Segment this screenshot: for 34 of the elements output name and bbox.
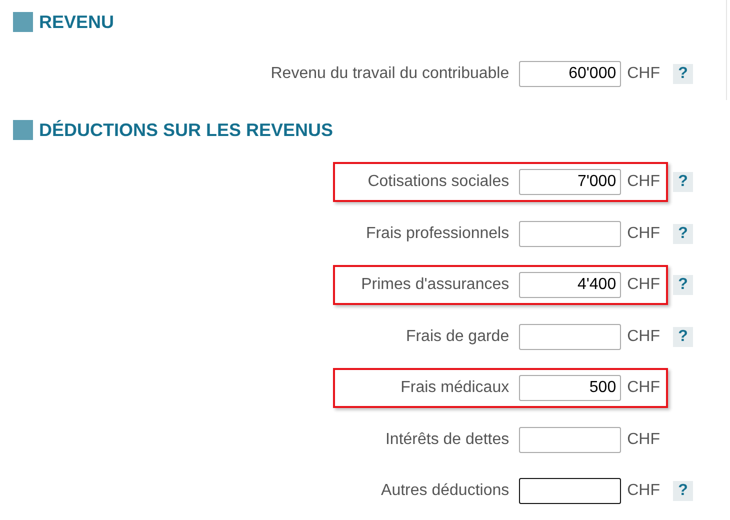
help-button[interactable]: ? xyxy=(673,64,693,84)
help-button[interactable]: ? xyxy=(673,481,693,501)
field-label: Autres déductions xyxy=(381,481,510,501)
amount-field[interactable] xyxy=(519,220,622,246)
field-label: Intérêts de dettes xyxy=(385,430,510,450)
field-label: Frais médicaux xyxy=(400,378,510,398)
currency-unit: CHF xyxy=(627,172,660,192)
help-button[interactable]: ? xyxy=(673,326,693,346)
section-square-icon xyxy=(13,120,33,140)
amount-field[interactable] xyxy=(519,324,622,350)
currency-unit: CHF xyxy=(627,64,660,84)
field-label: Primes d'assurances xyxy=(361,275,510,295)
amount-field[interactable]: 7'000 xyxy=(519,169,622,195)
amount-field[interactable] xyxy=(519,426,622,452)
amount-field[interactable]: 4'400 xyxy=(519,272,622,298)
amount-field[interactable] xyxy=(519,478,622,504)
currency-unit: CHF xyxy=(627,430,660,450)
amount-field[interactable]: 60'000 xyxy=(519,61,622,87)
amount-field[interactable]: 500 xyxy=(519,375,622,401)
help-button[interactable]: ? xyxy=(673,172,693,192)
field-label: Cotisations sociales xyxy=(368,172,510,192)
currency-unit: CHF xyxy=(627,224,660,244)
section-square-icon xyxy=(13,12,33,32)
section-title: DÉDUCTIONS SUR LES REVENUS xyxy=(39,118,334,142)
currency-unit: CHF xyxy=(627,326,660,346)
section-title: REVENU xyxy=(39,10,114,34)
field-label: Frais professionnels xyxy=(366,224,510,244)
currency-unit: CHF xyxy=(627,481,660,501)
help-button[interactable]: ? xyxy=(673,275,693,295)
help-button[interactable]: ? xyxy=(673,224,693,244)
field-label: Revenu du travail du contribuable xyxy=(270,64,510,84)
currency-unit: CHF xyxy=(627,378,660,398)
field-label: Frais de garde xyxy=(406,326,510,346)
currency-unit: CHF xyxy=(627,275,660,295)
